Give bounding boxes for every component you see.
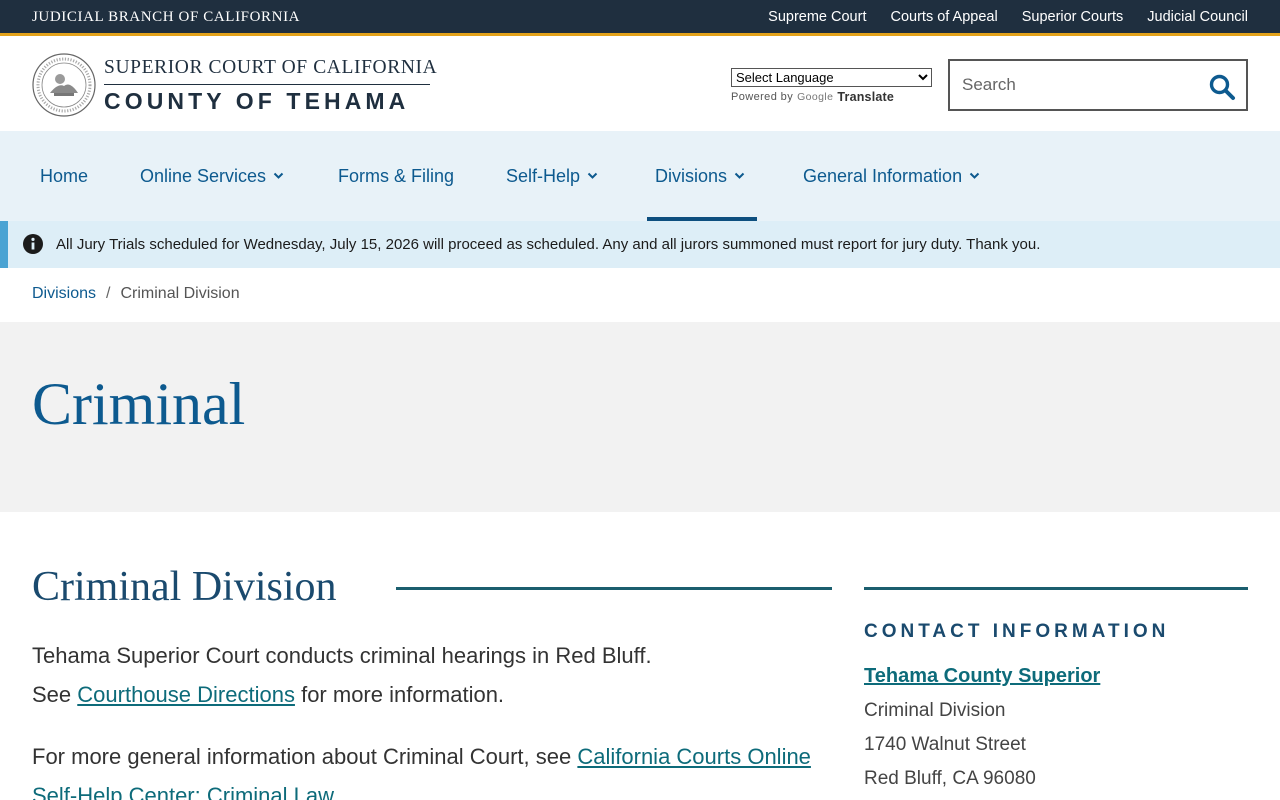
breadcrumb-divisions[interactable]: Divisions — [32, 285, 96, 303]
link-supreme-court[interactable]: Supreme Court — [768, 9, 866, 25]
intro-see: See — [32, 682, 72, 707]
translate-link[interactable]: Translate — [837, 90, 894, 104]
intro-after: for more information. — [301, 682, 505, 707]
chevron-down-icon — [734, 172, 745, 179]
link-courts-of-appeal[interactable]: Courts of Appeal — [890, 9, 997, 25]
nav-self-help[interactable]: Self-Help — [506, 131, 598, 221]
nav-forms-filing-label: Forms & Filing — [338, 165, 455, 186]
chevron-down-icon — [273, 172, 284, 179]
chevron-down-icon — [969, 172, 980, 179]
nav-general-information-label: General Information — [803, 165, 963, 186]
intro-text: Tehama Superior Court conducts criminal … — [32, 643, 652, 668]
section-divider — [396, 587, 832, 590]
judicial-branch-title[interactable]: JUDICIAL BRANCH OF CALIFORNIA — [32, 9, 300, 26]
general-info-paragraph: For more general information about Crimi… — [32, 737, 832, 800]
intro-paragraph: Tehama Superior Court conducts criminal … — [32, 636, 832, 714]
search-icon[interactable] — [1208, 73, 1236, 101]
general-info-text: For more general information about Crimi… — [32, 744, 572, 769]
brand-superior-court[interactable]: SUPERIOR COURT OF CALIFORNIA — [104, 57, 437, 79]
contact-heading: CONTACT INFORMATION — [864, 621, 1170, 642]
site-header: SUPERIOR COURT OF CALIFORNIA COUNTY OF T… — [0, 39, 1280, 131]
search-box — [948, 59, 1248, 111]
top-links: Supreme Court Courts of Appeal Superior … — [768, 9, 1248, 25]
contact-division: Criminal Division — [864, 700, 1006, 721]
google-logo: Google — [797, 91, 834, 103]
info-icon — [23, 234, 43, 254]
nav-general-information[interactable]: General Information — [803, 131, 980, 221]
courthouse-directions-link[interactable]: Courthouse Directions — [77, 682, 295, 707]
contact-name-link[interactable]: Tehama County Superior — [864, 665, 1100, 688]
nav-online-services[interactable]: Online Services — [140, 131, 284, 221]
contact-city: Red Bluff, CA 96080 — [864, 768, 1036, 789]
page-title: Criminal — [32, 371, 246, 437]
breadcrumb-current: Criminal Division — [120, 285, 240, 302]
alert-message: All Jury Trials scheduled for Wednesday,… — [56, 236, 1041, 253]
language-select[interactable]: Select Language — [731, 68, 932, 87]
sidebar-divider — [864, 587, 1248, 590]
breadcrumb-separator: / — [106, 285, 111, 302]
nav-divisions[interactable]: Divisions — [646, 131, 758, 221]
brand-county-name[interactable]: COUNTY OF TEHAMA — [104, 88, 409, 115]
nav-divisions-label: Divisions — [655, 165, 728, 186]
top-utility-bar: JUDICIAL BRANCH OF CALIFORNIA Supreme Co… — [0, 0, 1280, 36]
california-judicial-seal-icon[interactable] — [32, 53, 96, 117]
nav-online-services-label: Online Services — [140, 165, 267, 186]
link-superior-courts[interactable]: Superior Courts — [1022, 9, 1124, 25]
main-navigation: Home Online Services Forms & Filing Self… — [0, 131, 1280, 221]
nav-home-label: Home — [40, 165, 89, 186]
link-judicial-council[interactable]: Judicial Council — [1147, 9, 1248, 25]
jury-alert-banner: All Jury Trials scheduled for Wednesday,… — [0, 221, 1280, 268]
brand-divider — [104, 84, 430, 85]
search-input[interactable] — [962, 73, 1192, 97]
section-heading: Criminal Division — [32, 564, 337, 610]
contact-street: 1740 Walnut Street — [864, 734, 1026, 755]
powered-by-label: Powered by — [731, 91, 794, 103]
nav-forms-filing[interactable]: Forms & Filing — [338, 131, 454, 221]
nav-home[interactable]: Home — [40, 131, 88, 221]
breadcrumb: Divisions / Criminal Division — [32, 285, 240, 303]
google-translate-widget: Select Language Powered by Google Transl… — [731, 68, 932, 104]
chevron-down-icon — [587, 172, 598, 179]
powered-by-google: Powered by Google Translate — [731, 90, 932, 104]
nav-self-help-label: Self-Help — [506, 165, 581, 186]
page-title-band: Criminal — [0, 322, 1280, 512]
